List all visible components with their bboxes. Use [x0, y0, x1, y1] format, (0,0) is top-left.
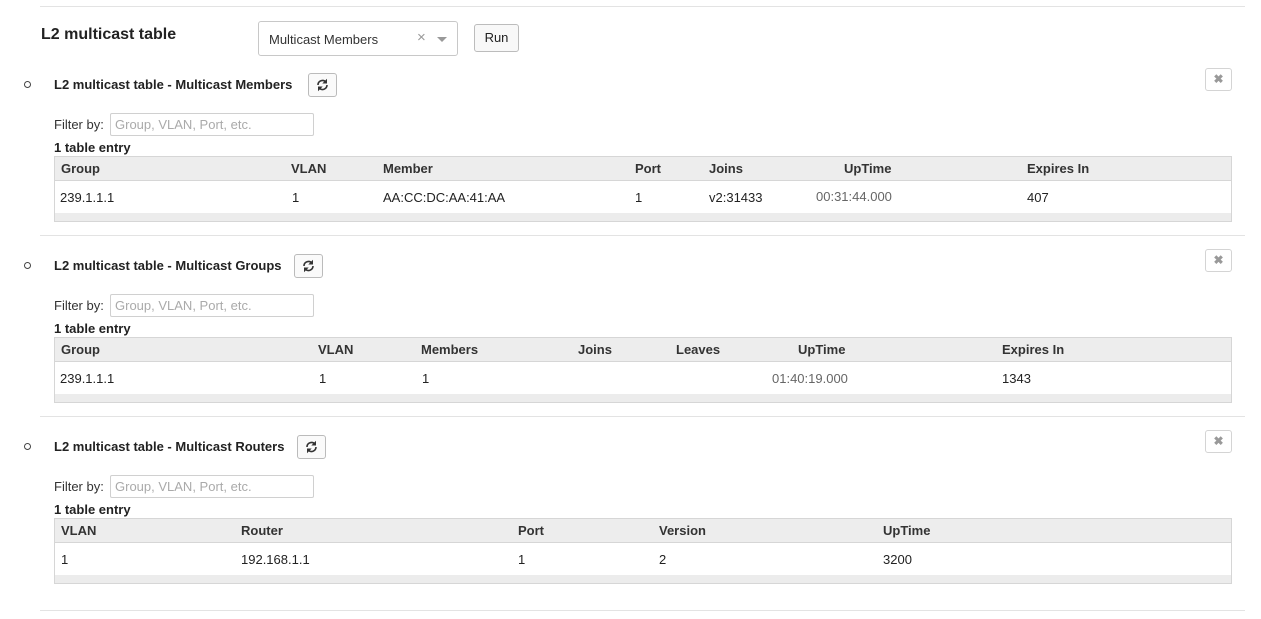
table-cell: 1: [61, 552, 69, 567]
select-value: Multicast Members: [269, 32, 379, 47]
column-header[interactable]: VLAN: [61, 523, 96, 538]
table-row: 1 192.168.1.1 1 2 3200: [55, 543, 1231, 575]
chevron-down-icon[interactable]: [437, 37, 447, 42]
table-cell: 407: [1027, 190, 1049, 205]
members-filter-label: Filter by:: [54, 117, 104, 132]
refresh-icon: [303, 259, 314, 273]
table-cell: 01:40:19.000: [772, 371, 848, 386]
routers-close-button[interactable]: ✖: [1205, 430, 1232, 453]
column-header[interactable]: Leaves: [676, 342, 720, 357]
column-header[interactable]: Router: [241, 523, 283, 538]
column-header[interactable]: Expires In: [1027, 161, 1089, 176]
horizontal-scrollbar[interactable]: [55, 394, 1231, 402]
table-cell: 1: [635, 190, 643, 205]
column-header[interactable]: Port: [635, 161, 661, 176]
refresh-icon: [306, 440, 317, 454]
table-cell: 2: [659, 552, 667, 567]
groups-entry-count: 1 table entry: [54, 321, 131, 336]
groups-close-button[interactable]: ✖: [1205, 249, 1232, 272]
column-header[interactable]: VLAN: [318, 342, 353, 357]
horizontal-scrollbar[interactable]: [55, 213, 1231, 221]
bullet-marker: [24, 262, 31, 269]
top-divider: [40, 6, 1245, 7]
clear-icon[interactable]: ×: [417, 29, 426, 46]
table-cell: 1: [319, 371, 327, 386]
horizontal-scrollbar[interactable]: [55, 575, 1231, 583]
refresh-icon: [317, 78, 328, 92]
column-header[interactable]: Member: [383, 161, 433, 176]
section-divider: [40, 610, 1245, 611]
table-cell: 3200: [883, 552, 912, 567]
routers-filter-label: Filter by:: [54, 479, 104, 494]
members-section-title: L2 multicast table - Multicast Members: [54, 77, 293, 92]
section-divider: [40, 416, 1245, 417]
section-divider: [40, 235, 1245, 236]
column-header[interactable]: Version: [659, 523, 706, 538]
routers-table: VLAN Router Port Version UpTime 1 192.16…: [54, 518, 1232, 584]
groups-table: Group VLAN Members Joins Leaves UpTime E…: [54, 337, 1232, 403]
table-header: VLAN Router Port Version UpTime: [55, 519, 1231, 543]
table-cell: 00:31:44.000: [816, 189, 892, 204]
members-filter-input[interactable]: [110, 113, 314, 136]
routers-filter-input[interactable]: [110, 475, 314, 498]
table-row: 239.1.1.1 1 1 01:40:19.000 1343: [55, 362, 1231, 394]
column-header[interactable]: Port: [518, 523, 544, 538]
routers-entry-count: 1 table entry: [54, 502, 131, 517]
table-cell: 1: [422, 371, 430, 386]
column-header[interactable]: UpTime: [798, 342, 845, 357]
table-cell: 239.1.1.1: [60, 190, 115, 205]
page-title: L2 multicast table: [41, 26, 177, 43]
table-row: 239.1.1.1 1 AA:CC:DC:AA:41:AA 1 v2:31433…: [55, 181, 1231, 213]
groups-section-title: L2 multicast table - Multicast Groups: [54, 258, 282, 273]
column-header[interactable]: UpTime: [883, 523, 930, 538]
table-cell: 1: [292, 190, 300, 205]
members-close-button[interactable]: ✖: [1205, 68, 1232, 91]
groups-filter-input[interactable]: [110, 294, 314, 317]
bullet-marker: [24, 443, 31, 450]
bullet-marker: [24, 81, 31, 88]
table-cell: 1343: [1002, 371, 1031, 386]
groups-refresh-button[interactable]: [294, 254, 323, 278]
run-button[interactable]: Run: [474, 24, 519, 52]
column-header[interactable]: Group: [61, 161, 100, 176]
groups-filter-label: Filter by:: [54, 298, 104, 313]
column-header[interactable]: Members: [421, 342, 478, 357]
table-header: Group VLAN Members Joins Leaves UpTime E…: [55, 338, 1231, 362]
column-header[interactable]: Joins: [709, 161, 743, 176]
table-cell: AA:CC:DC:AA:41:AA: [383, 190, 506, 205]
column-header[interactable]: Joins: [578, 342, 612, 357]
table-type-select[interactable]: Multicast Members ×: [258, 21, 458, 56]
table-cell: 1: [518, 552, 526, 567]
column-header[interactable]: UpTime: [844, 161, 891, 176]
members-entry-count: 1 table entry: [54, 140, 131, 155]
table-header: Group VLAN Member Port Joins UpTime Expi…: [55, 157, 1231, 181]
column-header[interactable]: Expires In: [1002, 342, 1064, 357]
members-table: Group VLAN Member Port Joins UpTime Expi…: [54, 156, 1232, 222]
table-cell: v2:31433: [709, 190, 763, 205]
table-cell: 192.168.1.1: [241, 552, 310, 567]
routers-section-title: L2 multicast table - Multicast Routers: [54, 439, 285, 454]
column-header[interactable]: Group: [61, 342, 100, 357]
column-header[interactable]: VLAN: [291, 161, 326, 176]
routers-refresh-button[interactable]: [297, 435, 326, 459]
members-refresh-button[interactable]: [308, 73, 337, 97]
table-cell: 239.1.1.1: [60, 371, 115, 386]
